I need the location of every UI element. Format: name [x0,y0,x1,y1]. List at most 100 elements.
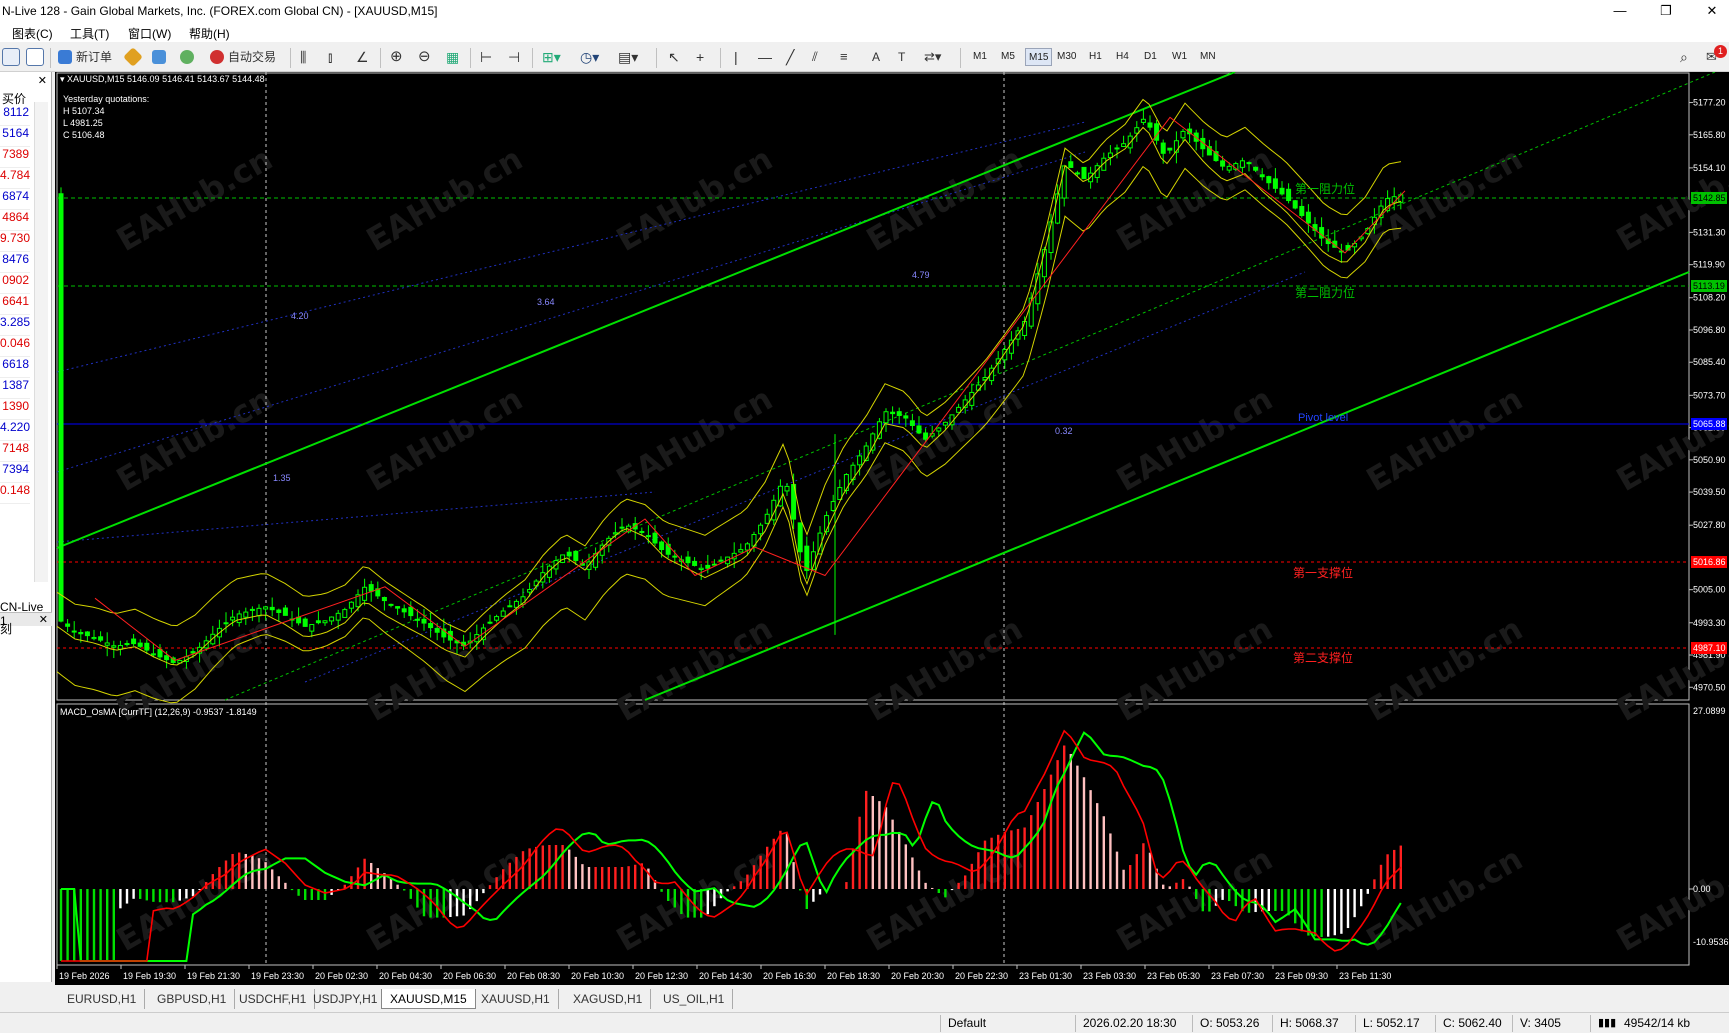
market-watch-scrollbar[interactable] [34,102,48,582]
market-watch-row[interactable]: 1390 [0,399,30,420]
candle-body [1140,118,1146,123]
candle-body [1147,122,1153,128]
bar-chart-icon[interactable]: ⫼ [300,46,306,68]
connection-icon: ▮▮▮ [1598,1017,1617,1029]
market-watch-row[interactable]: 9.730 [0,231,30,252]
market-watch-row[interactable]: 4864 [0,210,30,231]
market-watch-row[interactable]: 6874 [0,189,30,210]
candle-body [434,628,440,633]
chart-tab[interactable]: EURUSD,H1 [59,989,146,1009]
macd-axis-label: 0.00 [1693,884,1711,894]
market-watch-icon[interactable] [152,50,166,64]
minimize-button[interactable]: — [1597,0,1643,22]
timeframe-m15[interactable]: M15 [1025,48,1053,66]
periods-icon[interactable]: ◷▾ [580,46,599,68]
line-chart-icon[interactable]: ∠ [356,46,369,68]
chart-tab[interactable]: XAGUSD,H1 [565,989,652,1009]
market-watch-row[interactable]: 6618 [0,357,30,378]
market-watch-row[interactable]: 4.784 [0,168,30,189]
market-watch-row[interactable]: 5164 [0,126,30,147]
fibonacci-icon[interactable]: ≡ [840,46,848,68]
price-axis-label: 4993.30 [1693,618,1726,628]
timeframe-m5[interactable]: M5 [998,48,1018,66]
search-icon[interactable]: ⌕ [1680,46,1688,68]
chart-tab[interactable]: XAUUSD,M15 [381,989,476,1009]
timeframe-m1[interactable]: M1 [970,48,990,66]
market-watch-row[interactable]: 1387 [0,378,30,399]
new-chart-icon[interactable] [2,48,20,66]
candle-body [764,513,770,524]
arrows-icon[interactable]: ⇄▾ [924,46,941,68]
market-watch-row[interactable]: 3.285 [0,315,30,336]
chart-shift-icon[interactable]: ⊣ [508,46,520,68]
zoom-in-icon[interactable]: ⊕ [390,46,403,68]
chart-tab[interactable]: USDJPY,H1 [305,989,387,1009]
text-label-icon[interactable]: T [898,46,905,68]
timeframe-h1[interactable]: H1 [1086,48,1105,66]
horizontal-line-icon[interactable]: — [758,46,772,68]
profiles-icon[interactable] [26,48,44,66]
market-watch-close-icon[interactable]: ✕ [38,74,47,87]
candle-body [104,642,110,646]
zoom-out-icon[interactable]: ⊖ [418,46,431,68]
navigator-icon[interactable] [123,47,143,67]
market-watch-row[interactable]: 6641 [0,294,30,315]
maximize-button[interactable]: ❐ [1643,0,1689,22]
autoscroll-icon[interactable]: ⊢ [480,46,492,68]
market-watch-row[interactable]: 4.220 [0,420,30,441]
market-watch-row[interactable]: 7389 [0,147,30,168]
new-order-button[interactable]: 新订单 [76,46,112,68]
chart-window[interactable]: EAHub.cn EAHub.cn EAHub.cn EAHub.cn EAHub.cn… [55,72,1729,985]
status-datetime: 2026.02.20 18:30 [1083,1016,1177,1030]
zigzag-label: 1.35 [273,473,291,483]
timeframe-m30[interactable]: M30 [1054,48,1079,66]
chart-tab[interactable]: USDCHF,H1 [231,989,316,1009]
close-button[interactable]: ✕ [1689,0,1729,22]
candle-body [718,559,724,562]
timeframe-h4[interactable]: H4 [1113,48,1132,66]
menu-chart[interactable]: 图表(C) [12,25,53,42]
candle-chart-icon[interactable]: ⫾ [328,46,332,68]
candle-body [1114,147,1120,150]
market-watch-row[interactable]: 7394 [0,462,30,483]
signals-icon[interactable] [180,50,194,64]
market-watch-row[interactable]: 0.046 [0,336,30,357]
menu-tools[interactable]: 工具(T) [70,25,109,42]
time-axis-label: 20 Feb 06:30 [443,971,496,981]
equidistant-channel-icon[interactable]: ⫽ [812,46,818,68]
time-axis-label: 20 Feb 14:30 [699,971,752,981]
market-watch-row[interactable]: 0902 [0,273,30,294]
resistance-2-label: 第二阻力位 [1295,285,1355,300]
crosshair-icon[interactable]: + [696,46,704,68]
candle-body [1081,166,1087,180]
market-watch-row[interactable]: 0.148 [0,483,30,504]
auto-trade-button[interactable]: 自动交易 [228,46,276,68]
candle-body [909,420,915,426]
timeframe-d1[interactable]: D1 [1141,48,1160,66]
chart-tab[interactable]: US_OIL,H1 [655,989,734,1009]
price-axis-label: 5039.50 [1693,487,1726,497]
templates-icon[interactable]: ▤▾ [618,46,638,68]
menu-help[interactable]: 帮助(H) [189,25,230,42]
cursor-icon[interactable]: ↖ [668,46,680,68]
timeframe-w1[interactable]: W1 [1169,48,1190,66]
chart-header: ▾ XAUUSD,M15 5146.09 5146.41 5143.67 514… [60,74,265,84]
candle-body [322,620,328,624]
timeframe-mn[interactable]: MN [1197,48,1219,66]
candle-body [804,545,810,571]
text-icon[interactable]: A [872,46,880,68]
tile-windows-icon[interactable]: ▦ [446,46,459,68]
price-axis-label: 5073.70 [1693,390,1726,400]
chart-tab[interactable]: GBPUSD,H1 [149,989,236,1009]
chart-tab[interactable]: XAUUSD,H1 [473,989,559,1009]
vertical-line-icon[interactable]: | [734,46,738,68]
market-watch-row[interactable]: 8112 [0,105,30,126]
trendline-icon[interactable]: ╱ [786,46,794,68]
price-chart[interactable]: EAHub.cn EAHub.cn EAHub.cn EAHub.cn EAHub.cn… [55,72,1729,985]
menu-window[interactable]: 窗口(W) [128,25,171,42]
indicators-icon[interactable]: ⊞▾ [542,46,561,68]
price-axis-label: 5131.30 [1693,227,1726,237]
market-watch-row[interactable]: 8476 [0,252,30,273]
market-watch-row[interactable]: 7148 [0,441,30,462]
terminal-time-line: 刻 [0,622,13,636]
